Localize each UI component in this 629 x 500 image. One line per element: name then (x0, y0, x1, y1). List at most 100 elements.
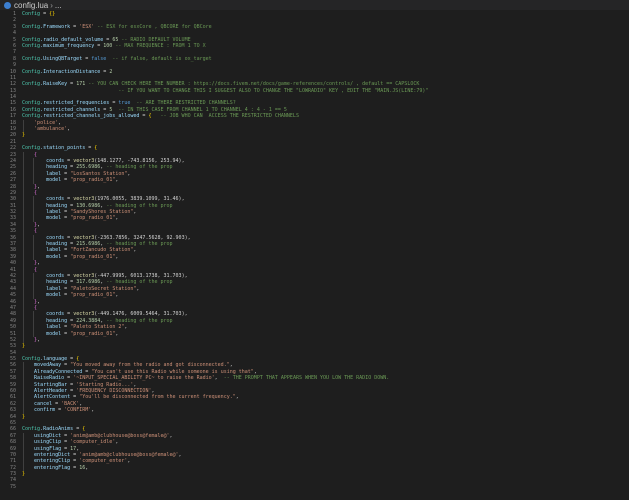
code-token: , (235, 394, 239, 401)
code-token: "PaletoSecret Station" (70, 285, 137, 292)
code-token: , (133, 247, 137, 254)
code-token: = (61, 432, 71, 439)
code-token: 'ambulance' (34, 126, 68, 133)
code-token: -- ARE THERE RESTRICTED CHANNELS? (130, 100, 236, 107)
code-token: = (67, 279, 77, 286)
code-token: = (82, 55, 92, 62)
code-token: , (127, 170, 131, 177)
code-token: AlertContent (34, 394, 71, 401)
code-token: cancel (34, 400, 53, 407)
code-token: { (34, 266, 38, 273)
code-token: Config (22, 106, 41, 113)
code-token: , (67, 126, 71, 133)
code-token: movedAway (34, 362, 62, 369)
code-token: "FortZancudo Station" (70, 247, 134, 254)
code-token: = (61, 177, 71, 184)
code-token: , (91, 407, 95, 414)
indent-guide (33, 272, 34, 299)
code-token: .Framework (40, 23, 71, 30)
code-token: = (70, 458, 80, 465)
code-token: = (85, 145, 95, 152)
code-token: = (94, 42, 104, 49)
code-token: = (52, 400, 62, 407)
code-token: heading (46, 164, 68, 171)
code-token: -- MAX FREQUENCE : FROM 1 TO X (112, 42, 206, 49)
code-token: , (115, 330, 119, 337)
code-token: , (37, 260, 41, 267)
code-token: , (253, 368, 257, 375)
code-token: = (103, 36, 113, 43)
code-token: coords (46, 234, 65, 241)
code-token: , (37, 298, 41, 305)
code-token: , (115, 292, 119, 299)
code-token: , (136, 285, 140, 292)
code-token: = (61, 362, 71, 369)
code-token: usingDict (34, 432, 62, 439)
code-token: -- THE PROMPT THAT APPEARS WHEN YOU LOW … (217, 375, 390, 382)
code-token: model (46, 292, 62, 299)
code-token: , (169, 432, 173, 439)
code-token: model (46, 215, 62, 222)
breadcrumb-more[interactable]: ... (55, 1, 62, 10)
code-line[interactable]: 75 (0, 484, 629, 490)
code-token: = (67, 241, 77, 248)
code-token: = (67, 381, 77, 388)
indent-guide (33, 234, 34, 261)
code-token: (-2363.7856, 3247.5628, 92.903), (94, 234, 191, 241)
code-token: = (100, 106, 110, 113)
lua-file-icon (4, 1, 11, 9)
code-token: } (22, 413, 26, 420)
code-token: = (100, 68, 110, 75)
code-token: , (37, 336, 41, 343)
code-token: , (151, 388, 155, 394)
code-token: Config (22, 36, 41, 43)
code-token: label (46, 285, 62, 292)
code-token: "You moved away from the radio and got d… (70, 362, 230, 369)
code-token: enteringFlag (34, 464, 71, 471)
code-token: , (76, 445, 80, 452)
code-token: } (22, 471, 26, 478)
code-token: coords (46, 157, 65, 164)
code-token: 'computer_idle' (70, 439, 116, 446)
code-token: Config (22, 100, 41, 107)
code-token: model (46, 330, 62, 337)
indent-guide (23, 119, 24, 133)
code-token: label (46, 247, 62, 254)
code-token: -- heading of the prop (103, 202, 173, 209)
code-token: , (115, 177, 119, 184)
code-token: StartingBar (34, 381, 68, 388)
code-token: label (46, 209, 62, 216)
code-token: "Paleto Station 2" (70, 324, 125, 331)
code-token: = (64, 375, 74, 382)
code-token: = (64, 311, 74, 318)
code-editor[interactable]: 1 Config = {} 2 3 Config.Framework = 'ESX' -… (0, 10, 629, 500)
code-token: , (79, 400, 83, 407)
code-token: (-449.1476, 6009.5464, 31.703), (94, 311, 188, 318)
code-token: '~INPUT_SPECIAL_ABILITY_PC~ to raise the… (73, 375, 215, 382)
code-token: enteringDict (34, 451, 71, 458)
code-token: RaiseRadio (34, 375, 65, 382)
code-token: { (34, 151, 38, 158)
code-token: label (46, 324, 62, 331)
code-token: .station_points (40, 145, 86, 152)
code-token: "prop_radio_01" (70, 215, 116, 222)
code-token: 'anim@amb@clubhouse@boss@female@' (70, 432, 170, 439)
code-token: = (61, 330, 71, 337)
code-token: vector3 (73, 196, 95, 203)
code-token: , (178, 451, 182, 458)
code-token: = (67, 81, 77, 88)
code-token: { (82, 426, 86, 433)
code-token: AlertHeader (34, 388, 68, 394)
file-name[interactable]: config.lua (14, 1, 48, 10)
code-token: { (94, 145, 98, 152)
code-token: } (22, 343, 26, 350)
code-token: = (61, 285, 71, 292)
